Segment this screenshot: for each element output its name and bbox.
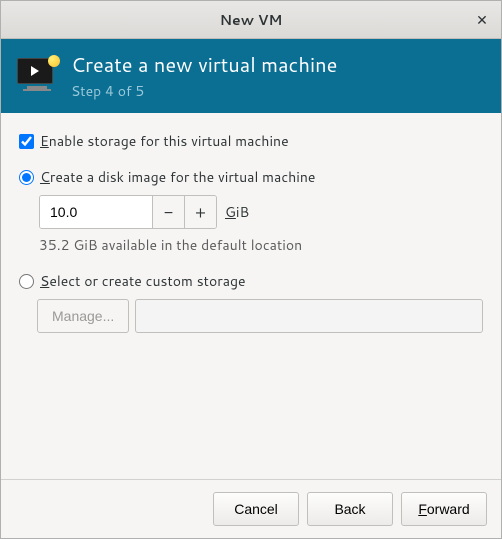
select-custom-label[interactable]: Select or create custom storage — [40, 271, 246, 291]
footer-buttons: Cancel Back Forward — [1, 479, 501, 538]
back-button[interactable]: Back — [307, 492, 393, 526]
enable-storage-checkbox[interactable] — [19, 134, 34, 149]
titlebar: New VM ✕ — [1, 1, 501, 39]
enable-storage-row: Enable storage for this virtual machine — [19, 131, 483, 151]
available-space-hint: 35.2 GiB available in the default locati… — [39, 235, 483, 255]
select-custom-row: Select or create custom storage — [19, 271, 483, 291]
create-disk-radio[interactable] — [19, 170, 34, 185]
manage-button[interactable]: Manage... — [37, 299, 129, 333]
create-disk-label[interactable]: Create a disk image for the virtual mach… — [40, 167, 315, 187]
select-custom-radio[interactable] — [19, 274, 34, 289]
header-text: Create a new virtual machine Step 4 of 5 — [71, 51, 337, 101]
spin-minus-button[interactable]: − — [152, 196, 184, 228]
enable-storage-label[interactable]: Enable storage for this virtual machine — [40, 131, 289, 151]
forward-button[interactable]: Forward — [401, 492, 487, 526]
disk-size-input[interactable] — [40, 196, 152, 228]
storage-path-input[interactable] — [135, 299, 483, 333]
header-step: Step 4 of 5 — [71, 81, 337, 101]
window-title: New VM — [220, 10, 283, 30]
header-title: Create a new virtual machine — [71, 51, 337, 79]
vm-monitor-icon — [17, 58, 57, 94]
spin-plus-button[interactable]: + — [184, 196, 216, 228]
cancel-button[interactable]: Cancel — [213, 492, 299, 526]
wizard-header: Create a new virtual machine Step 4 of 5 — [1, 39, 501, 113]
disk-size-unit: GiB — [225, 202, 249, 222]
content-area: Enable storage for this virtual machine … — [1, 113, 501, 479]
disk-size-spinbox: − + — [39, 195, 217, 229]
custom-storage-row: Manage... — [37, 299, 483, 333]
create-disk-row: Create a disk image for the virtual mach… — [19, 167, 483, 187]
close-icon[interactable]: ✕ — [473, 11, 491, 29]
disk-size-row: − + GiB — [39, 195, 483, 229]
